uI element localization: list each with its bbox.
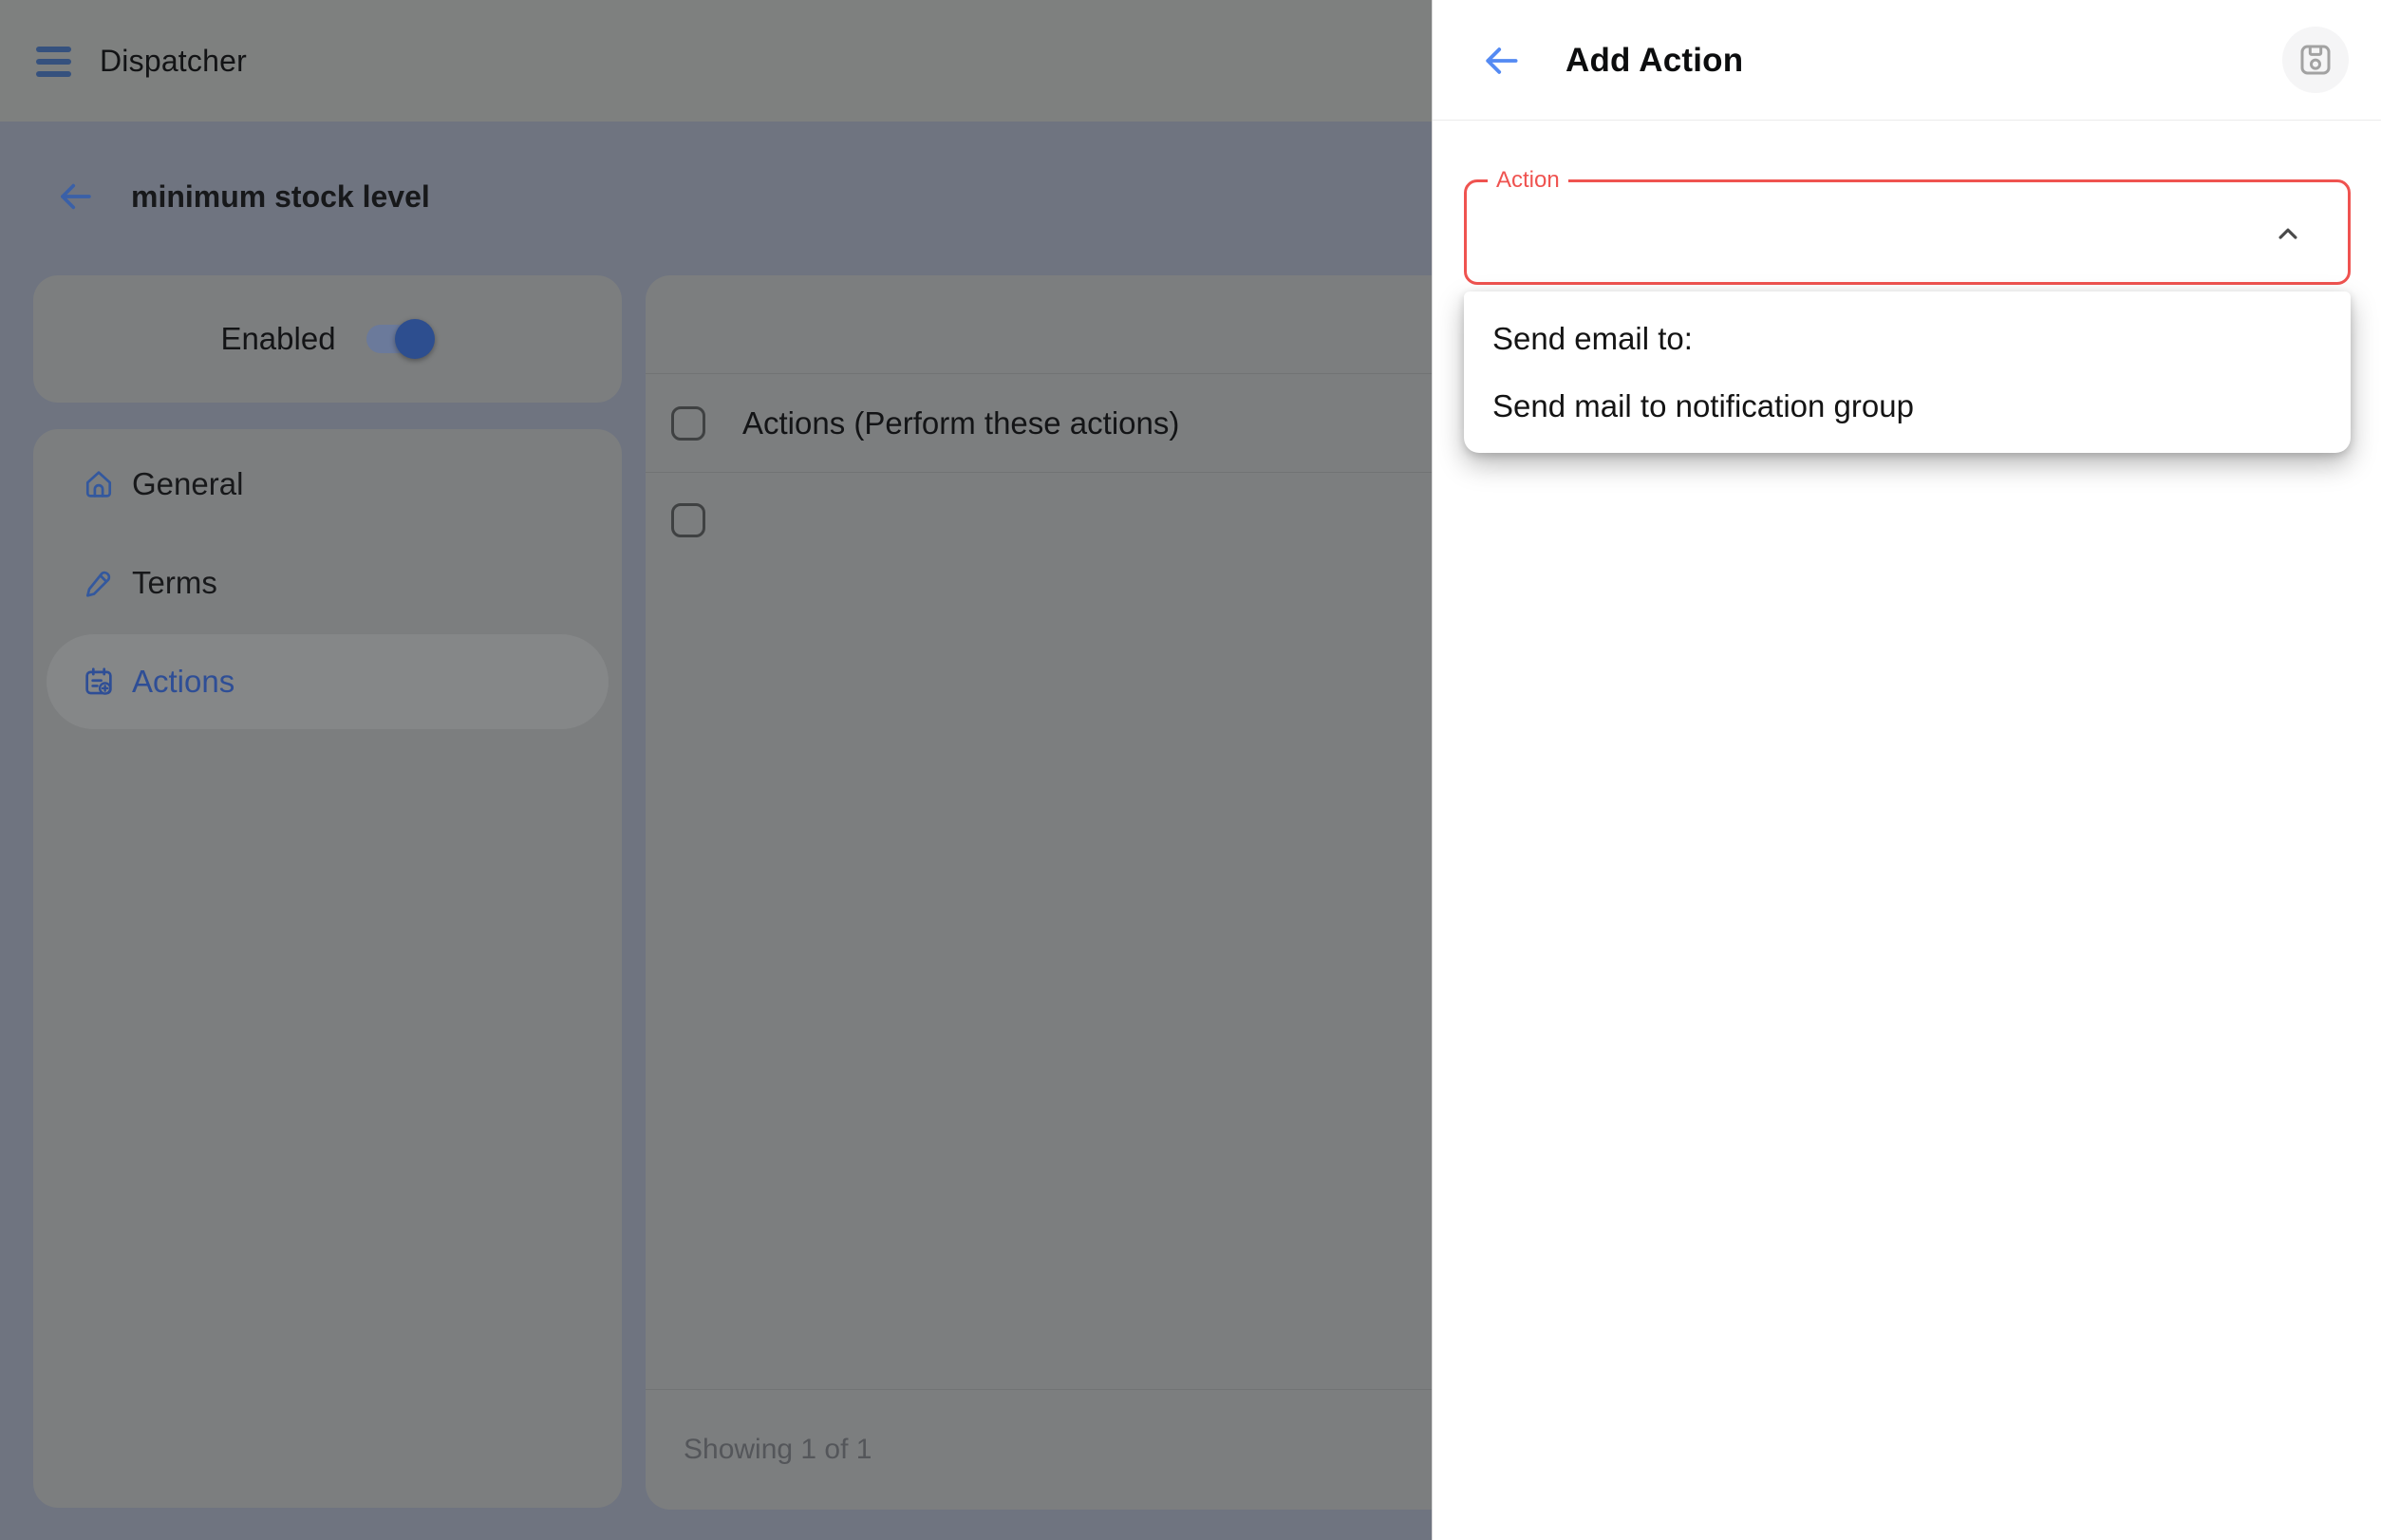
- nav-item-terms[interactable]: Terms: [47, 535, 609, 630]
- back-arrow-icon[interactable]: [55, 177, 95, 216]
- nav-item-general[interactable]: General: [47, 437, 609, 532]
- pencil-icon: [81, 565, 117, 601]
- nav-item-actions[interactable]: Actions: [47, 634, 609, 729]
- save-button[interactable]: [2282, 27, 2349, 93]
- app-root: Dispatcher minimum stock level Enabled G…: [0, 0, 2381, 1540]
- table-footer-text: Showing 1 of 1: [684, 1434, 872, 1466]
- action-options-menu: Send email to: Send mail to notification…: [1464, 291, 2351, 453]
- toggle-thumb: [395, 319, 435, 359]
- app-title: Dispatcher: [100, 0, 247, 122]
- nav-item-label: Actions: [132, 664, 234, 700]
- enabled-label: Enabled: [220, 321, 335, 357]
- action-select-label: Action: [1488, 167, 1568, 194]
- drawer-title: Add Action: [1565, 0, 1743, 121]
- menu-icon[interactable]: [36, 47, 71, 77]
- select-all-checkbox[interactable]: [671, 406, 705, 441]
- nav-item-label: General: [132, 466, 243, 502]
- page-title: minimum stock level: [131, 177, 430, 216]
- enabled-toggle[interactable]: [366, 318, 435, 360]
- home-icon: [81, 466, 117, 502]
- enabled-card: Enabled: [33, 275, 622, 403]
- calendar-plus-icon: [81, 664, 117, 700]
- option-send-email-to[interactable]: Send email to:: [1464, 305, 2351, 372]
- table-header-label: Actions (Perform these actions): [742, 405, 1179, 441]
- floppy-disk-icon: [2297, 41, 2334, 79]
- row-checkbox[interactable]: [671, 503, 705, 537]
- settings-nav: General Terms Actions: [33, 429, 622, 1508]
- nav-item-label: Terms: [132, 565, 217, 601]
- drawer-header: Add Action: [1433, 0, 2381, 121]
- option-send-mail-to-notification-group[interactable]: Send mail to notification group: [1464, 372, 2351, 440]
- add-action-drawer: Add Action Action Send email to: Send ma…: [1432, 0, 2381, 1540]
- chevron-up-icon: [2270, 216, 2306, 252]
- action-select[interactable]: Action: [1464, 167, 2351, 285]
- drawer-back-arrow-icon[interactable]: [1480, 40, 1522, 82]
